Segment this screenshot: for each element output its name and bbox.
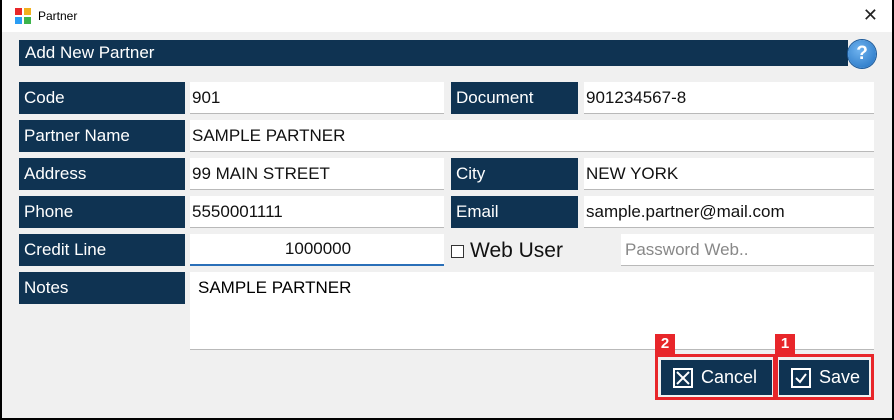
credit-line-label: Credit Line [19,234,185,266]
save-badge: 1 [775,334,795,354]
code-label: Code [19,82,185,114]
form-header: Add New Partner [19,40,848,66]
city-field[interactable] [584,158,874,190]
document-field[interactable] [584,82,874,114]
title-bar: Partner ✕ [2,0,892,32]
partner-name-label: Partner Name [19,120,185,152]
code-field[interactable] [190,82,444,114]
cancel-badge: 2 [655,334,675,354]
email-field[interactable] [584,196,874,228]
notes-field[interactable]: SAMPLE PARTNER [190,272,874,350]
address-field[interactable] [190,158,444,190]
help-button[interactable]: ? [848,40,876,68]
password-web-field[interactable] [621,234,874,266]
save-highlight [775,354,874,400]
partner-window: Partner ✕ Add New Partner ? Code Documen… [2,0,892,418]
document-label: Document [451,82,578,114]
web-user-checkbox-box[interactable] [451,244,464,258]
notes-label: Notes [19,272,185,304]
credit-line-field[interactable] [190,234,444,266]
address-label: Address [19,158,185,190]
close-icon[interactable]: ✕ [863,5,878,25]
partner-name-field[interactable] [190,120,874,152]
cancel-highlight [655,354,776,400]
web-user-checkbox[interactable]: Web User [451,236,563,266]
phone-field[interactable] [190,196,444,228]
city-label: City [451,158,578,190]
email-label: Email [451,196,578,228]
phone-label: Phone [19,196,185,228]
app-logo-icon [15,8,31,24]
web-user-label: Web User [470,239,563,262]
window-title: Partner [38,9,78,23]
